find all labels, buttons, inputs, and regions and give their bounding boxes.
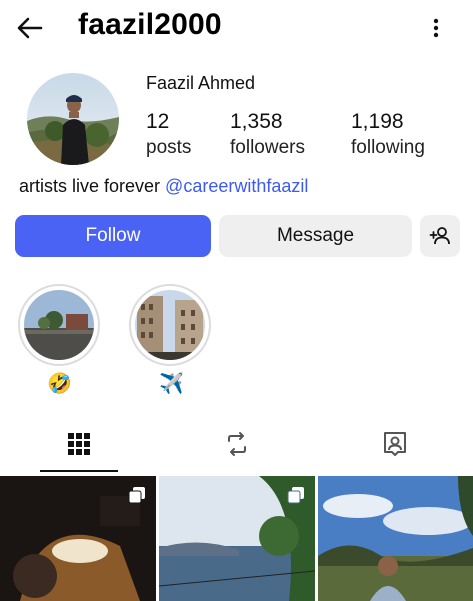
message-button-label: Message: [276, 225, 355, 246]
arrow-left-icon[interactable]: [14, 12, 46, 44]
multiple-images-icon: [287, 487, 304, 504]
top-bar: faazil2000: [0, 0, 473, 56]
profile-tabs: [0, 418, 473, 474]
stat-followers[interactable]: 1,358 followers: [230, 110, 305, 162]
add-user-icon: [429, 227, 450, 245]
profile-avatar[interactable]: [27, 73, 119, 165]
stat-posts[interactable]: 12 posts: [146, 110, 191, 162]
story-highlight-1[interactable]: [18, 284, 100, 366]
vertical-dots-icon[interactable]: [424, 12, 448, 44]
reels-icon[interactable]: [221, 428, 253, 460]
stat-posts-label: posts: [146, 137, 192, 158]
profile-full-name: Faazil Ahmed: [146, 73, 256, 93]
grid-post-1[interactable]: [0, 476, 156, 601]
stat-following-number: 1,198: [351, 110, 404, 133]
stat-posts-number: 12: [146, 110, 170, 133]
story-highlight-2[interactable]: [129, 284, 211, 366]
tagged-icon[interactable]: [379, 428, 411, 460]
active-tab-indicator: [40, 470, 118, 472]
follow-button-label: Follow: [85, 225, 141, 246]
profile-bio: artists live forever @careerwithfaazil: [19, 176, 308, 197]
bio-mention-link[interactable]: @careerwithfaazil: [165, 176, 308, 196]
highlight-cover-image: [135, 290, 205, 360]
grid-post-3[interactable]: [318, 476, 473, 601]
grid-icon[interactable]: [63, 428, 95, 460]
profile-username: faazil2000: [78, 8, 222, 41]
stat-following-label: following: [351, 137, 425, 158]
highlight-cover-image: [24, 290, 94, 360]
multiple-images-icon: [128, 487, 145, 504]
highlight-2-emoji: ✈️: [159, 373, 184, 395]
bio-text: artists live forever: [19, 176, 166, 196]
stat-followers-number: 1,358: [230, 110, 283, 133]
post-grid: [0, 476, 473, 601]
follow-button[interactable]: Follow: [15, 215, 211, 257]
highlight-1-emoji: 🤣: [47, 373, 72, 395]
message-button[interactable]: Message: [219, 215, 412, 257]
add-user-button[interactable]: [420, 215, 460, 257]
stat-following[interactable]: 1,198 following: [351, 110, 425, 162]
stat-followers-label: followers: [230, 137, 305, 158]
grid-post-2[interactable]: [159, 476, 315, 601]
